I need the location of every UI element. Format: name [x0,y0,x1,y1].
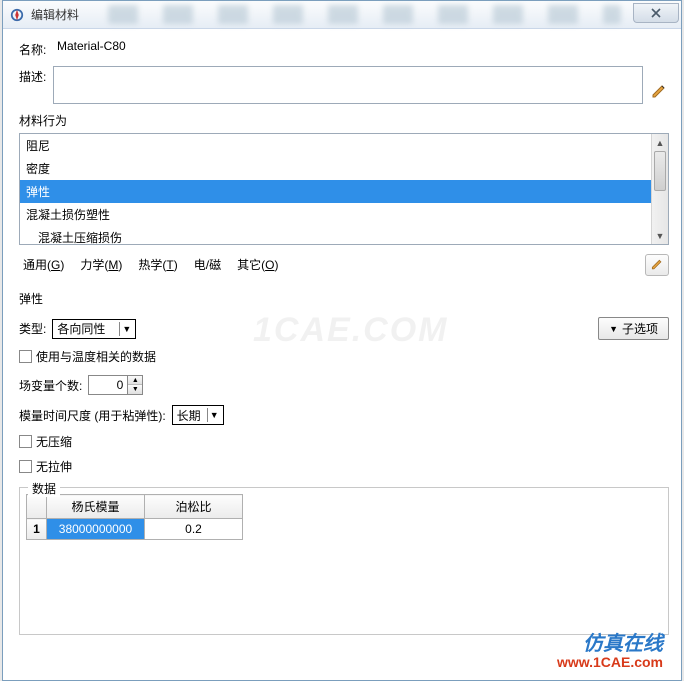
background-menu-blur [108,5,621,24]
behavior-listbox: 阻尼密度弹性混凝土损伤塑性混凝土压缩损伤 ▲ ▼ [19,133,669,245]
row-number: 1 [27,519,47,540]
elastic-title: 弹性 [19,290,669,307]
data-group: 数据 杨氏模量 泊松比 1380000000000.2 [19,487,669,635]
watermark-line1: 仿真在线 [557,633,663,655]
name-label: 名称: [19,39,53,58]
behavior-item[interactable]: 阻尼 [20,134,651,157]
spinner-down-icon[interactable]: ▼ [128,385,142,394]
category-tabbar: 通用(G) 力学(M) 热学(T) 电/磁 其它(O) [19,253,669,276]
content-area: 名称: Material-C80 描述: 材料行为 阻尼密度弹性混凝土损伤塑性混… [3,29,681,641]
scroll-down-icon[interactable]: ▼ [652,227,668,244]
behavior-group: 材料行为 阻尼密度弹性混凝土损伤塑性混凝土压缩损伤 ▲ ▼ [19,112,669,245]
scroll-thumb[interactable] [654,151,666,191]
time-scale-label: 模量时间尺度 (用于粘弹性): [19,407,166,424]
scroll-up-icon[interactable]: ▲ [652,134,668,151]
tab-other[interactable]: 其它(O) [233,253,282,276]
sub-options-button[interactable]: ▼ 子选项 [598,317,669,340]
field-var-label: 场变量个数: [19,377,82,394]
table-row[interactable]: 1380000000000.2 [27,519,243,540]
titlebar: 编辑材料 [3,1,681,29]
checkbox-icon [19,350,32,363]
edit-description-button[interactable] [649,82,669,102]
behavior-item[interactable]: 密度 [20,157,651,180]
edit-behavior-button[interactable] [645,254,669,276]
data-legend: 数据 [28,480,60,497]
scroll-track[interactable] [652,151,668,227]
row-header-blank [27,495,47,519]
field-var-row: 场变量个数: ▲▼ [19,375,669,395]
behavior-item[interactable]: 混凝土压缩损伤 [20,226,651,244]
field-var-spinner[interactable]: ▲▼ [88,375,143,395]
data-cell[interactable]: 38000000000 [47,519,145,540]
time-scale-value: 长期 [177,407,207,424]
chevron-down-icon: ▼ [207,408,221,422]
checkbox-icon [19,460,32,473]
close-button[interactable] [633,3,679,23]
behavior-item[interactable]: 弹性 [20,180,651,203]
chevron-down-icon: ▼ [119,322,133,336]
description-row: 描述: [19,66,669,104]
elastic-section: 弹性 类型: 各向同性 ▼ ▼ 子选项 使用与温度相关的数据 场变量个数: [19,290,669,635]
close-icon [650,7,662,19]
behavior-item[interactable]: 混凝土损伤塑性 [20,203,651,226]
scrollbar[interactable]: ▲ ▼ [651,134,668,244]
col-poisson-ratio[interactable]: 泊松比 [145,495,243,519]
data-cell[interactable]: 0.2 [145,519,243,540]
description-input[interactable] [53,66,643,104]
type-select[interactable]: 各向同性 ▼ [52,319,136,339]
time-scale-row: 模量时间尺度 (用于粘弹性): 长期 ▼ [19,405,669,425]
checkbox-icon [19,435,32,448]
watermark-line2: www.1CAE.com [557,655,663,670]
tab-thermal[interactable]: 热学(T) [134,253,181,276]
tab-general[interactable]: 通用(G) [19,253,68,276]
type-label: 类型: [19,320,46,337]
no-compress-checkbox[interactable]: 无压缩 [19,433,669,450]
time-scale-select[interactable]: 长期 ▼ [172,405,224,425]
spinner-up-icon[interactable]: ▲ [128,376,142,385]
temp-dependent-checkbox[interactable]: 使用与温度相关的数据 [19,348,669,365]
behavior-items: 阻尼密度弹性混凝土损伤塑性混凝土压缩损伤 [20,134,651,244]
col-youngs-modulus[interactable]: 杨氏模量 [47,495,145,519]
data-table[interactable]: 杨氏模量 泊松比 1380000000000.2 [26,494,243,540]
pencil-icon [650,83,668,101]
tab-mechanical[interactable]: 力学(M) [76,253,126,276]
app-icon [9,7,25,23]
name-value: Material-C80 [53,39,126,53]
no-tension-checkbox[interactable]: 无拉伸 [19,458,669,475]
window-title: 编辑材料 [31,6,79,23]
pencil-icon [650,258,664,272]
behavior-label: 材料行为 [19,112,669,129]
triangle-down-icon: ▼ [609,324,618,334]
name-row: 名称: Material-C80 [19,39,669,58]
edit-material-window: 编辑材料 名称: Material-C80 描述: 材料行为 阻尼密度弹性混凝土… [2,0,682,681]
description-label: 描述: [19,66,53,85]
tab-electromagnetic[interactable]: 电/磁 [190,253,225,276]
type-row: 类型: 各向同性 ▼ ▼ 子选项 [19,317,669,340]
field-var-input[interactable] [88,375,128,395]
watermark: 仿真在线 www.1CAE.com [557,633,663,670]
type-value: 各向同性 [57,320,119,337]
